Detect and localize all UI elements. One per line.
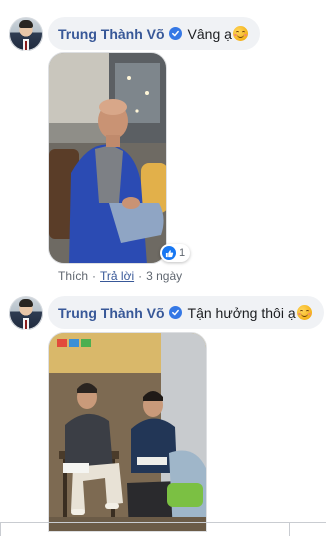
verified-badge-icon [168,306,182,319]
avatar[interactable] [9,296,43,330]
comment-1: Trung Thành Võ Vâng ạ 1 Thích · Trả lời … [0,0,326,290]
author-name[interactable]: Trung Thành Võ [58,26,165,42]
reaction-summary[interactable]: 1 [160,244,191,262]
man-in-blue-blazer-photo [49,53,166,263]
verified-badge-icon [168,27,182,40]
relieved-emoji-icon [296,305,312,320]
comment-photo[interactable] [48,332,207,532]
comment-photo[interactable] [48,52,167,264]
like-link[interactable]: Thích [58,269,88,283]
two-men-seated-photo [49,333,206,531]
comment-bubble: Trung Thành Võ Vâng ạ [48,17,260,50]
reaction-count: 1 [179,247,186,259]
comment-2: Trung Thành Võ Tận hưởng thôi ạ [0,290,326,532]
comment-text: Vâng ạ [187,25,232,42]
divider-tick-left [0,523,1,536]
avatar[interactable] [9,17,43,51]
comment-actions: Thích · Trả lời · 3 ngày [58,269,183,283]
timestamp-link[interactable]: 3 ngày [146,269,182,283]
comment-text: Tận hưởng thôi ạ [187,304,296,321]
divider-tick-mid [289,523,290,536]
bottom-divider [0,522,326,523]
like-icon [162,246,176,260]
smiling-blush-emoji-icon [232,26,248,41]
comment-bubble: Trung Thành Võ Tận hưởng thôi ạ [48,296,324,329]
reply-link[interactable]: Trả lời [100,269,134,283]
author-name[interactable]: Trung Thành Võ [58,305,165,321]
